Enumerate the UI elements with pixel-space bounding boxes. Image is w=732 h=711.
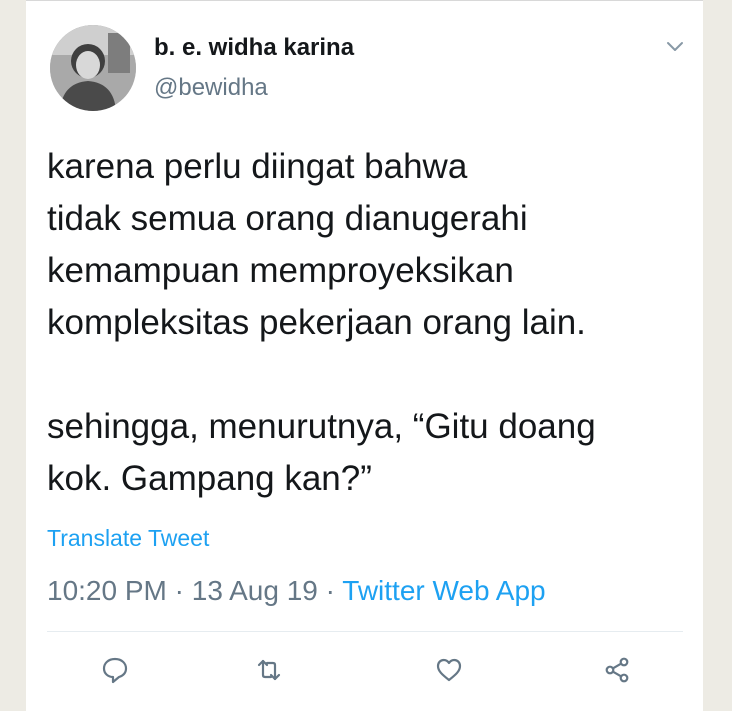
meta-separator: · [317,575,343,606]
like-button[interactable] [432,653,466,687]
tweet-metadata: 10:20 PM · 13 Aug 19 · Twitter Web App [47,575,546,607]
share-icon [605,657,629,683]
tweet-date[interactable]: 13 Aug 19 [192,575,318,606]
divider [47,631,683,632]
tweet-source[interactable]: Twitter Web App [342,575,545,606]
avatar[interactable] [50,25,136,111]
reply-icon [102,657,128,684]
share-button[interactable] [600,653,634,687]
author-handle[interactable]: @bewidha [154,74,268,102]
chevron-down-icon[interactable] [664,35,686,57]
retweet-button[interactable] [252,653,286,687]
heart-icon [436,658,462,682]
retweet-icon [257,659,281,681]
tweet-text: karena perlu diingat bahwa tidak semua o… [47,147,596,498]
tweet-card: b. e. widha karina @bewidha karena perlu… [26,0,703,711]
avatar-image [50,25,136,111]
reply-button[interactable] [98,653,132,687]
author-name[interactable]: b. e. widha karina [154,34,354,62]
translate-tweet-link[interactable]: Translate Tweet [47,525,209,552]
meta-separator: · [166,575,192,606]
tweet-time[interactable]: 10:20 PM [47,575,167,606]
